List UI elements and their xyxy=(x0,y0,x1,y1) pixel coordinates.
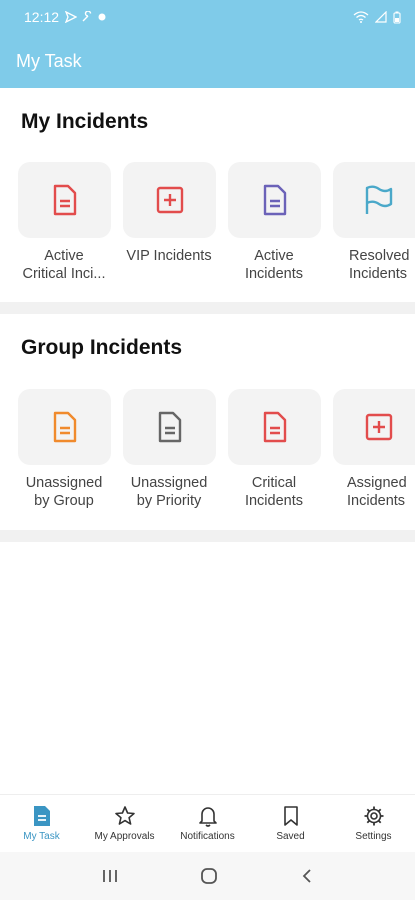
status-notification-icons xyxy=(65,11,107,23)
tile-vip-incidents[interactable] xyxy=(123,162,216,238)
nav-label: My Task xyxy=(23,831,60,842)
bell-icon xyxy=(198,807,217,827)
status-bar: 12:12 xyxy=(0,0,415,34)
back-icon[interactable] xyxy=(300,868,314,884)
bottom-nav: My Task My Approvals Notifications Saved… xyxy=(0,794,415,852)
tile-active-critical-incidents[interactable] xyxy=(18,162,111,238)
app-bar: My Task xyxy=(0,34,415,88)
group-incidents-section: Group Incidents Unassigned by Group Unas… xyxy=(0,314,415,530)
document-icon xyxy=(53,411,76,443)
system-nav-bar xyxy=(0,852,415,900)
document-icon xyxy=(263,411,286,443)
tile-label-assigned-incidents: Assigned Incidents xyxy=(347,475,407,509)
nav-label: Notifications xyxy=(180,831,235,842)
nav-label: My Approvals xyxy=(94,831,155,842)
nav-my-task[interactable]: My Task xyxy=(0,795,83,852)
tile-label-vip-incidents: VIP Incidents xyxy=(126,248,212,264)
tile-assigned-incidents[interactable] xyxy=(333,389,415,465)
document-icon xyxy=(263,184,286,216)
wifi-icon xyxy=(353,11,369,23)
group-incidents-heading: Group Incidents xyxy=(21,336,183,359)
plus-square-icon xyxy=(365,413,393,441)
nav-label: Saved xyxy=(276,831,305,842)
flag-icon xyxy=(365,185,393,214)
main-content: My Incidents Active Critical Inci... VIP… xyxy=(0,88,415,794)
nav-settings[interactable]: Settings xyxy=(332,795,415,852)
tile-label-critical-incidents: Critical Incidents xyxy=(244,475,304,509)
status-time: 12:12 xyxy=(24,9,60,25)
tile-active-incidents[interactable] xyxy=(228,162,321,238)
my-incidents-section: My Incidents Active Critical Inci... VIP… xyxy=(0,88,415,302)
section-divider xyxy=(0,302,415,314)
tile-resolved-incidents[interactable] xyxy=(333,162,415,238)
tile-label-resolved-incidents: Resolved Incidents xyxy=(349,248,410,282)
nav-label: Settings xyxy=(355,831,392,842)
nav-my-approvals[interactable]: My Approvals xyxy=(83,795,166,852)
document-icon xyxy=(53,184,76,216)
send-icon xyxy=(65,11,78,23)
document-icon xyxy=(158,411,181,443)
status-system-icons xyxy=(353,11,401,24)
tile-label-active-incidents: Active Incidents xyxy=(244,248,304,282)
signal-icon xyxy=(375,11,387,23)
tile-unassigned-by-priority[interactable] xyxy=(123,389,216,465)
battery-icon xyxy=(393,11,401,24)
task-icon xyxy=(33,806,50,826)
home-icon[interactable] xyxy=(200,867,218,885)
tile-label-unassigned-by-group: Unassigned by Group xyxy=(25,475,103,509)
tile-unassigned-by-group[interactable] xyxy=(18,389,111,465)
bookmark-icon xyxy=(283,806,298,826)
tile-critical-incidents[interactable] xyxy=(228,389,321,465)
nav-notifications[interactable]: Notifications xyxy=(166,795,249,852)
tile-label-unassigned-by-priority: Unassigned by Priority xyxy=(130,475,208,509)
nav-saved[interactable]: Saved xyxy=(249,795,332,852)
my-incidents-heading: My Incidents xyxy=(21,110,149,133)
recent-apps-icon[interactable] xyxy=(101,868,119,884)
page-title: My Task xyxy=(16,50,82,71)
wrench-icon xyxy=(82,11,92,22)
gear-icon xyxy=(364,806,383,826)
tile-label-active-critical-incidents: Active Critical Inci... xyxy=(22,248,106,282)
star-icon xyxy=(114,806,135,825)
dot-icon xyxy=(98,13,106,21)
section-divider xyxy=(0,530,415,542)
plus-square-icon xyxy=(156,186,183,214)
